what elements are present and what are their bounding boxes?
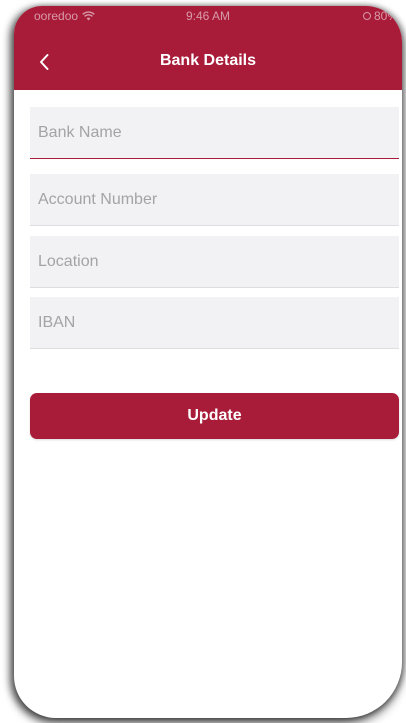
location-field[interactable] <box>30 236 399 288</box>
phone-frame: ooredoo 9:46 AM 80% Bank Details Bank Na… <box>14 6 402 718</box>
iban-input[interactable] <box>36 297 390 349</box>
battery-percentage: 80% <box>373 9 398 23</box>
iban-field[interactable] <box>30 297 399 349</box>
battery-info: 80% <box>362 9 398 23</box>
location-input[interactable] <box>36 236 390 288</box>
account-number-field[interactable] <box>30 174 399 226</box>
orientation-lock-icon <box>362 12 371 20</box>
status-time: 9:46 AM <box>185 9 231 23</box>
page-title: Bank Details <box>159 52 257 69</box>
bank-name-input[interactable] <box>36 107 390 159</box>
status-bar: ooredoo 9:46 AM 80% <box>14 6 402 30</box>
update-button[interactable]: Update <box>30 393 399 439</box>
app-header: ooredoo 9:46 AM 80% Bank Details <box>14 6 402 90</box>
bank-name-field[interactable] <box>30 107 399 159</box>
screen-canvas: ooredoo 9:46 AM 80% Bank Details Bank Na… <box>0 0 406 723</box>
account-number-input[interactable] <box>36 174 390 226</box>
